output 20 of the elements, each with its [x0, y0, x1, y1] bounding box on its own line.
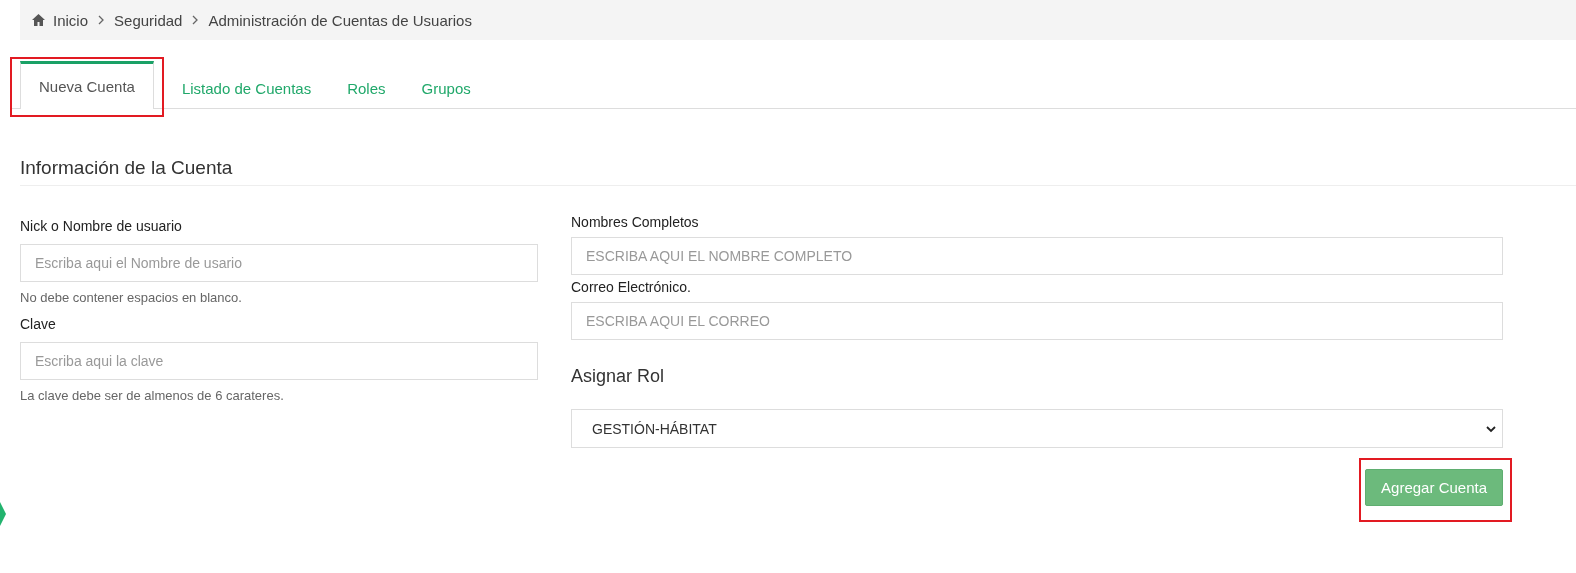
section-title: Información de la Cuenta [20, 157, 1576, 186]
help-text: No debe contener espacios en blanco. [20, 290, 243, 305]
input-field[interactable]: ESCRIBA AQUI EL CORREO [571, 302, 1503, 340]
breadcrumb-link[interactable]: Seguridad [114, 11, 183, 29]
breadcrumb-link[interactable]: Inicio [53, 11, 89, 29]
input-field[interactable]: Escriba aqui la clave [20, 342, 538, 380]
role-select[interactable]: GESTIÓN-HÁBITAT [571, 409, 1503, 448]
breadcrumb-current: Administración de Cuentas de Usuarios [208, 11, 472, 29]
arrow-tab-icon[interactable] [0, 502, 6, 526]
tab[interactable]: Nueva Cuenta [20, 61, 154, 109]
field-label: Correo Electrónico. [571, 279, 692, 295]
input-field[interactable]: Escriba aqui el Nombre de usario [20, 244, 538, 282]
home-icon [32, 14, 45, 26]
field-label: Clave [20, 316, 57, 332]
caret-icon [1486, 424, 1496, 433]
field-label: Nombres Completos [571, 214, 700, 230]
help-text: La clave debe ser de almenos de 6 carateres. [20, 388, 285, 403]
field-label: Nick o Nombre de usuario [20, 218, 183, 234]
role-heading: Asignar Rol [571, 366, 666, 387]
input-field[interactable]: ESCRIBA AQUI EL NOMBRE COMPLETO [571, 237, 1503, 275]
